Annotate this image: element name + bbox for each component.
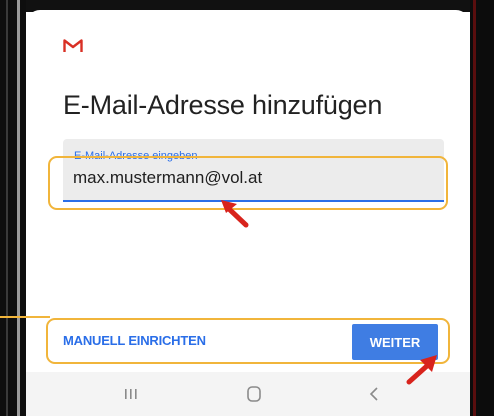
phone-frame-left [0,0,26,416]
annotation-line [0,316,50,318]
back-icon[interactable] [355,380,395,408]
phone-frame-right [470,0,494,416]
home-icon[interactable] [234,380,274,408]
recent-apps-icon[interactable] [111,380,151,408]
manual-setup-button[interactable]: MANUELL EINRICHTEN [63,330,206,352]
page-title: E-Mail-Adresse hinzufügen [63,90,383,120]
annotation-arrow-email [221,200,249,228]
annotation-arrow-next [406,355,437,385]
gmail-m-icon [63,39,83,52]
